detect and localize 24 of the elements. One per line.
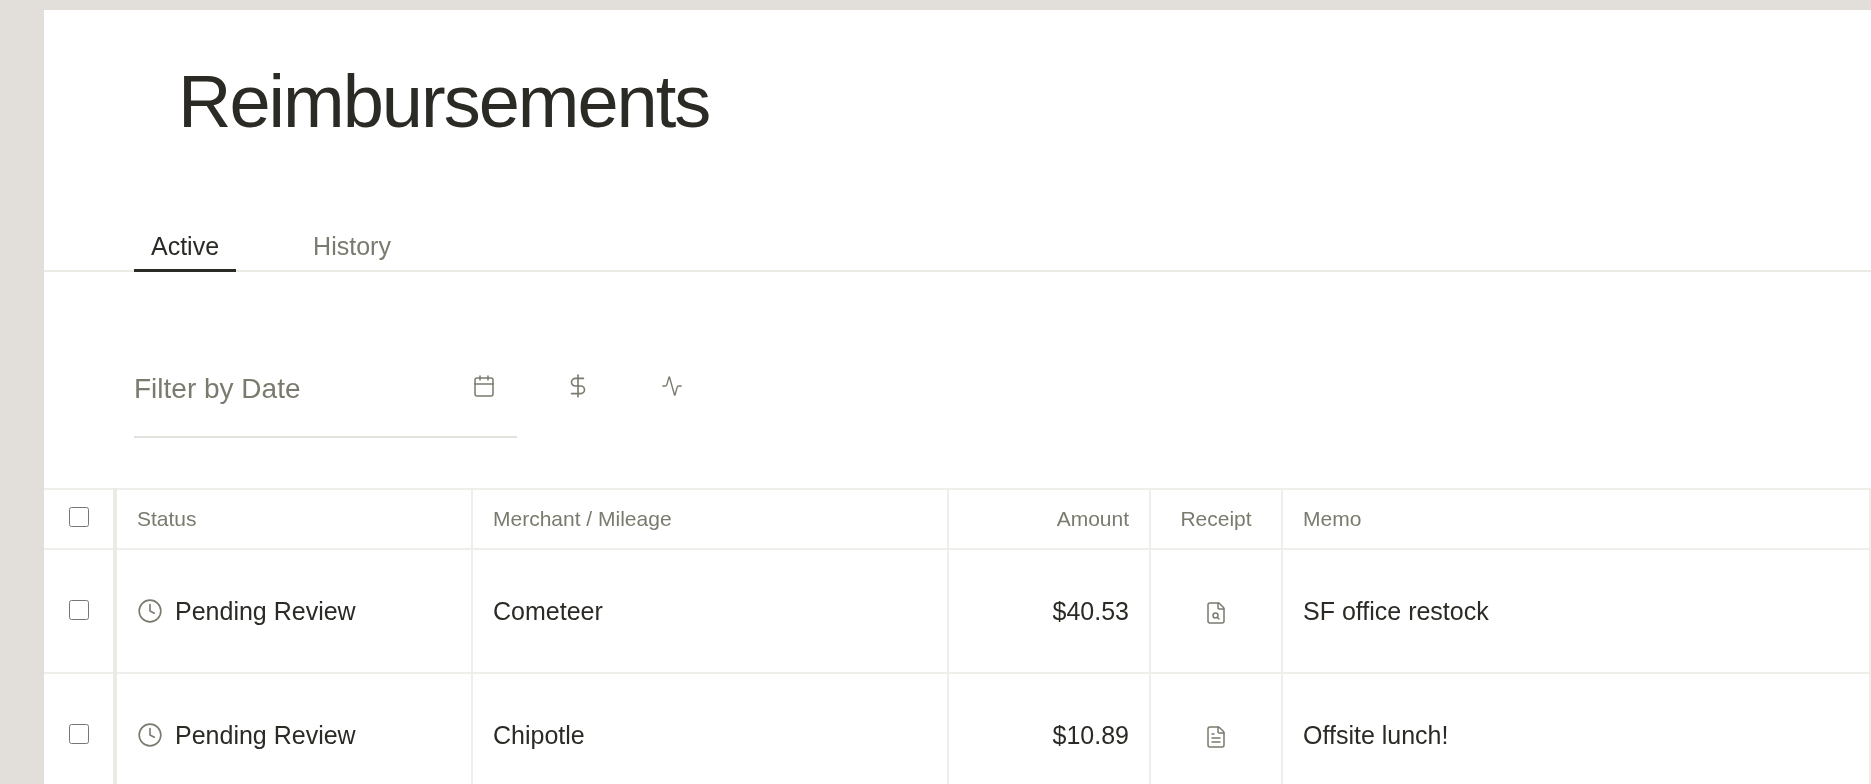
status-text: Pending Review <box>175 596 356 626</box>
column-header: Memo <box>1282 489 1870 549</box>
row-checkbox[interactable] <box>68 599 89 620</box>
file-search-icon[interactable] <box>1204 600 1228 625</box>
clock-icon <box>137 598 163 624</box>
table-cell: Offsite lunch! <box>1282 673 1870 784</box>
clock-icon <box>137 722 163 748</box>
column-header: Merchant / Mileage <box>472 489 948 549</box>
table-cell: Cometeer <box>472 549 948 673</box>
status-text: Pending Review <box>175 720 356 750</box>
table-cell: Chipotle <box>472 673 948 784</box>
date-filter-field[interactable]: Filter by Date <box>134 350 517 438</box>
column-header: Status <box>115 489 472 549</box>
tab[interactable]: Active <box>134 224 237 272</box>
page-title: Reimbursements <box>177 59 711 145</box>
select-all-checkbox[interactable] <box>68 506 89 527</box>
file-icon[interactable] <box>1204 724 1228 749</box>
column-header: Amount <box>948 489 1150 549</box>
row-checkbox[interactable] <box>68 723 89 744</box>
tab[interactable]: History <box>296 224 408 272</box>
column-header: Receipt <box>1150 489 1282 549</box>
table-cell: $40.53 <box>948 549 1150 673</box>
table-cell: $10.89 <box>948 673 1150 784</box>
table-cell: SF office restock <box>1282 549 1870 673</box>
